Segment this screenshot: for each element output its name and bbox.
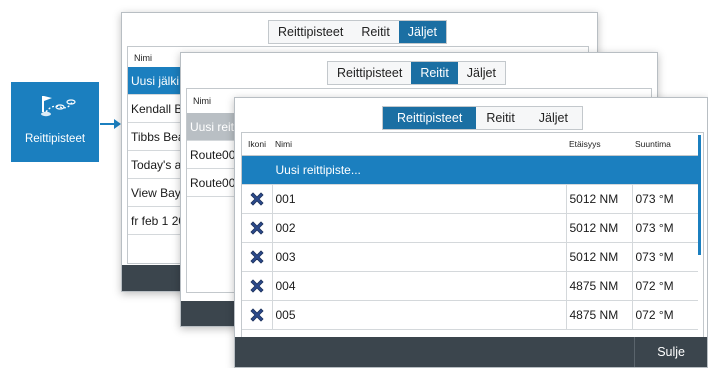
waypoint-name: 002 xyxy=(271,213,566,243)
column-header-name[interactable]: Nimi xyxy=(272,133,566,156)
waypoint-x-icon xyxy=(250,191,264,206)
tab-bar: Reittipisteet Reitit Jäljet xyxy=(382,106,583,130)
tab-tracks[interactable]: Jäljet xyxy=(525,107,582,129)
waypoint-bearing: 072 °M xyxy=(631,271,698,301)
column-header-name: Nimi xyxy=(193,96,211,106)
launcher-label: Reittipisteet xyxy=(24,133,86,145)
arrow-right-icon xyxy=(100,119,121,129)
waypoint-bearing: 073 °M xyxy=(631,242,698,272)
column-header-name: Nimi xyxy=(134,53,152,63)
waypoint-distance: 5012 NM xyxy=(565,184,632,214)
dialog-footer: Sulje xyxy=(235,337,707,367)
new-waypoint-label[interactable]: Uusi reittipiste... xyxy=(271,155,566,185)
waypoint-bearing: 073 °M xyxy=(631,213,698,243)
waypoint-x-icon xyxy=(250,220,264,235)
list-item[interactable]: View Bay-S xyxy=(128,179,188,207)
waypoint-x-icon xyxy=(250,249,264,264)
list-item[interactable]: fr feb 1 20 xyxy=(128,207,188,235)
tab-bar: Reittipisteet Reitit Jäljet xyxy=(268,20,447,44)
list-item[interactable]: Route002 xyxy=(187,169,239,197)
new-waypoint-row[interactable]: Uusi reittipiste... xyxy=(242,155,698,185)
waypoint-distance: 4875 NM xyxy=(565,271,632,301)
list-item[interactable]: Kendall Ba xyxy=(128,95,188,123)
tab-routes[interactable]: Reitit xyxy=(352,21,398,43)
list-item[interactable]: Tibbs Beac xyxy=(128,123,188,151)
waypoint-name: 001 xyxy=(271,184,566,214)
list-item[interactable]: Uusi jälki... xyxy=(128,67,188,95)
waypoint-distance: 4875 NM xyxy=(565,300,632,330)
waypoint-name: 003 xyxy=(271,242,566,272)
waypoint-x-icon xyxy=(250,278,264,293)
column-header-distance[interactable]: Etäisyys xyxy=(566,133,632,156)
list-item[interactable]: Route001 xyxy=(187,141,239,169)
waypoints-launcher-tile[interactable]: Reittipisteet xyxy=(11,82,99,162)
table-row[interactable]: 003 5012 NM 073 °M xyxy=(242,242,698,272)
waypoints-table-panel: Ikoni Nimi Etäisyys Suuntima Uusi reitti… xyxy=(241,132,704,339)
tab-routes[interactable]: Reitit xyxy=(411,62,458,84)
tab-routes[interactable]: Reitit xyxy=(476,107,524,129)
list-item[interactable]: Uusi reitti xyxy=(187,113,239,141)
tab-bar: Reittipisteet Reitit Jäljet xyxy=(327,61,506,85)
waypoint-name: 004 xyxy=(271,271,566,301)
table-row[interactable]: 004 4875 NM 072 °M xyxy=(242,271,698,301)
column-header-icon[interactable]: Ikoni xyxy=(242,133,272,156)
waypoint-distance: 5012 NM xyxy=(565,242,632,272)
table-row[interactable]: 001 5012 NM 073 °M xyxy=(242,184,698,214)
waypoint-x-icon xyxy=(250,307,264,322)
tab-waypoints[interactable]: Reittipisteet xyxy=(383,107,477,129)
waypoints-dialog: Reittipisteet Reitit Jäljet Ikoni Nimi E… xyxy=(234,97,708,368)
scrollbar[interactable] xyxy=(698,135,701,255)
waypoint-name: 005 xyxy=(271,300,566,330)
table-row[interactable]: 005 4875 NM 072 °M xyxy=(242,300,698,330)
table-row[interactable]: 002 5012 NM 073 °M xyxy=(242,213,698,243)
tab-waypoints[interactable]: Reittipisteet xyxy=(269,21,352,43)
list-item[interactable]: Today's ac xyxy=(128,151,188,179)
tab-tracks[interactable]: Jäljet xyxy=(458,62,505,84)
waypoint-bearing: 072 °M xyxy=(631,300,698,330)
tab-tracks[interactable]: Jäljet xyxy=(398,21,446,43)
tab-waypoints[interactable]: Reittipisteet xyxy=(328,62,411,84)
waypoints-table: Ikoni Nimi Etäisyys Suuntima Uusi reitti… xyxy=(242,133,698,330)
waypoint-distance: 5012 NM xyxy=(565,213,632,243)
close-button[interactable]: Sulje xyxy=(634,337,707,367)
column-header-bearing[interactable]: Suuntima xyxy=(632,133,698,156)
waypoint-bearing: 073 °M xyxy=(631,184,698,214)
waypoints-icon xyxy=(41,96,76,117)
